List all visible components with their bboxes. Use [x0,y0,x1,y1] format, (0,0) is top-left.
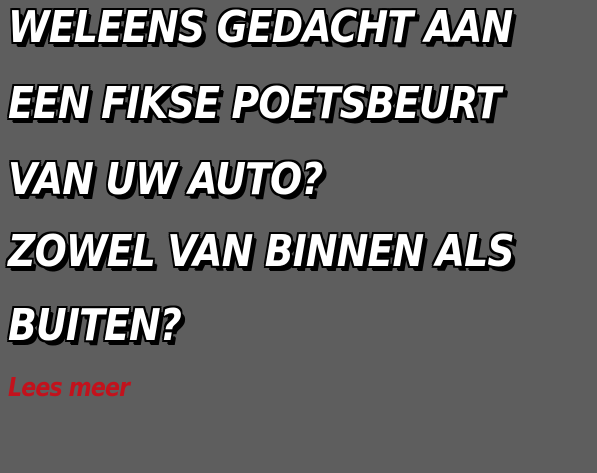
headline-line-5: BUITEN? [8,300,182,351]
promo-banner: WELEENS GEDACHT AAN EEN FIKSE POETSBEURT… [0,0,597,473]
headline-line-3: VAN UW AUTO? [8,154,323,205]
headline-line-4: ZOWEL VAN BINNEN ALS [8,226,515,277]
read-more-link[interactable]: Lees meer [8,372,130,404]
headline-line-1: WELEENS GEDACHT AAN [8,2,513,53]
headline-line-2: EEN FIKSE POETSBEURT [8,78,501,129]
